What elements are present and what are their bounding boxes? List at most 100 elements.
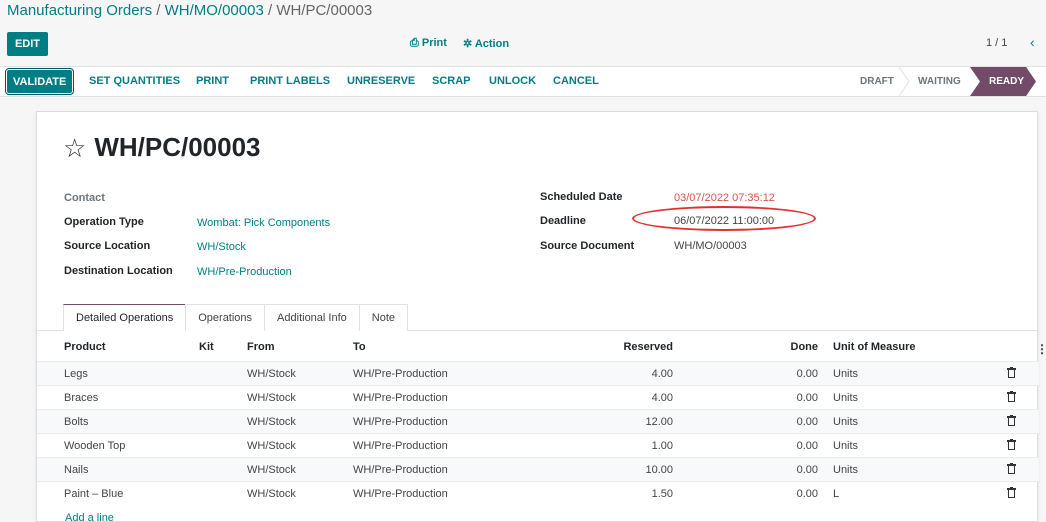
cell-done: 0.00 [796, 488, 818, 500]
cell-done: 0.00 [796, 392, 818, 404]
stage-ready[interactable]: READY [970, 67, 1036, 96]
notebook-tabs: Detailed Operations Operations Additiona… [63, 304, 409, 331]
pager-value[interactable]: 1 / 1 [986, 37, 1007, 49]
annotation-circle [632, 206, 816, 231]
unlock-button[interactable]: UNLOCK [489, 75, 536, 87]
table-row[interactable]: Nails WH/Stock WH/Pre-Production 10.00 0… [37, 457, 1039, 481]
scheduled-date-label: Scheduled Date [540, 191, 623, 203]
stage-waiting[interactable]: WAITING [918, 67, 961, 96]
cell-to: WH/Pre-Production [353, 368, 448, 380]
table-row[interactable]: Legs WH/Stock WH/Pre-Production 4.00 0.0… [37, 361, 1039, 385]
cell-from: WH/Stock [247, 488, 296, 500]
print-labels-button[interactable]: PRINT LABELS [250, 75, 330, 87]
cell-to: WH/Pre-Production [353, 392, 448, 404]
form-sheet: ☆ WH/PC/00003 Contact Operation Type Wom… [36, 111, 1046, 522]
gear-icon: ✲ [462, 38, 473, 50]
tab-detailed-operations[interactable]: Detailed Operations [63, 304, 187, 331]
print-action-button[interactable]: PRINT [196, 75, 229, 87]
cell-product: Nails [64, 464, 89, 476]
cell-uom: Units [833, 416, 859, 428]
cell-done: 0.00 [796, 368, 818, 380]
col-done[interactable]: Done [773, 341, 819, 353]
trash-icon[interactable] [1007, 367, 1016, 378]
operation-type-value[interactable]: Wombat: Pick Components [197, 217, 330, 229]
table-row[interactable]: Braces WH/Stock WH/Pre-Production 4.00 0… [37, 385, 1039, 409]
table-row[interactable]: Bolts WH/Stock WH/Pre-Production 12.00 0… [37, 409, 1039, 433]
trash-icon[interactable] [1007, 487, 1016, 498]
print-button[interactable]: ⎙ Print [410, 37, 447, 50]
cell-done: 0.00 [796, 416, 818, 428]
cell-to: WH/Pre-Production [353, 464, 448, 476]
operation-type-label: Operation Type [64, 216, 144, 228]
action-bar: ⎙ Print ✲ Action [410, 37, 509, 50]
table-row[interactable]: Wooden Top WH/Stock WH/Pre-Production 1.… [37, 433, 1039, 457]
col-to[interactable]: To [353, 341, 366, 353]
cell-product: Braces [64, 392, 99, 404]
cell-uom: Units [833, 368, 859, 380]
cell-product: Bolts [64, 416, 89, 428]
cell-uom: Units [833, 392, 859, 404]
column-options-icon[interactable]: ⋮ [1036, 342, 1046, 356]
col-product[interactable]: Product [64, 341, 106, 353]
source-location-label: Source Location [64, 240, 151, 252]
star-icon[interactable]: ☆ [63, 135, 86, 161]
cell-from: WH/Stock [247, 416, 296, 428]
unreserve-button[interactable]: UNRESERVE [347, 75, 415, 87]
cancel-button[interactable]: CANCEL [553, 75, 599, 87]
cell-done: 0.00 [796, 464, 818, 476]
record-title: WH/PC/00003 [94, 132, 261, 162]
cell-uom: Units [833, 440, 859, 452]
cell-reserved: 12.00 [645, 416, 673, 428]
stage-separator [898, 67, 910, 96]
printer-icon: ⎙ [410, 37, 419, 49]
action-button[interactable]: ✲ Action [463, 37, 509, 50]
cell-to: WH/Pre-Production [353, 488, 448, 500]
col-kit[interactable]: Kit [199, 341, 214, 353]
cell-from: WH/Stock [247, 440, 296, 452]
cell-product: Wooden Top [64, 440, 126, 452]
destination-location-label: Destination Location [64, 265, 173, 277]
chevron-left-icon[interactable]: ‹ [1030, 34, 1035, 50]
destination-location-value[interactable]: WH/Pre-Production [197, 266, 292, 278]
cell-reserved: 4.00 [651, 368, 673, 380]
add-line-link[interactable]: Add a line [65, 512, 114, 522]
tab-operations[interactable]: Operations [185, 304, 266, 331]
cell-from: WH/Stock [247, 368, 296, 380]
scheduled-date-value[interactable]: 03/07/2022 07:35:12 [674, 192, 775, 204]
cell-done: 0.00 [796, 440, 818, 452]
trash-icon[interactable] [1007, 463, 1016, 474]
cell-product: Legs [64, 368, 88, 380]
col-unit-of-measure[interactable]: Unit of Measure [833, 341, 916, 353]
cell-from: WH/Stock [247, 464, 296, 476]
trash-icon[interactable] [1007, 439, 1016, 450]
cell-product: Paint – Blue [64, 488, 124, 500]
table-row[interactable]: Paint – Blue WH/Stock WH/Pre-Production … [37, 481, 1039, 505]
action-label: Action [474, 38, 510, 50]
print-label: Print [421, 37, 447, 49]
source-location-value[interactable]: WH/Stock [197, 241, 246, 253]
title-row: ☆ WH/PC/00003 [63, 132, 261, 163]
breadcrumb-mo[interactable]: WH/MO/00003 [165, 2, 264, 19]
breadcrumb: Manufacturing Orders / WH/MO/00003 / WH/… [7, 2, 372, 19]
tab-additional-info[interactable]: Additional Info [264, 304, 360, 331]
cell-uom: L [833, 488, 840, 500]
breadcrumb-manufacturing-orders[interactable]: Manufacturing Orders [7, 2, 152, 19]
tab-note[interactable]: Note [358, 304, 409, 331]
scrap-button[interactable]: SCRAP [432, 75, 471, 87]
col-reserved[interactable]: Reserved [623, 341, 673, 353]
trash-icon[interactable] [1007, 391, 1016, 402]
validate-button[interactable]: VALIDATE [4, 68, 75, 95]
edit-button[interactable]: EDIT [7, 32, 48, 56]
breadcrumb-separator: / [152, 2, 165, 19]
source-document-value[interactable]: WH/MO/00003 [674, 240, 747, 252]
source-document-label: Source Document [540, 240, 635, 252]
trash-icon[interactable] [1007, 415, 1016, 426]
cell-to: WH/Pre-Production [353, 440, 448, 452]
col-from[interactable]: From [247, 341, 275, 353]
cell-reserved: 1.50 [651, 488, 673, 500]
breadcrumb-current: WH/PC/00003 [276, 2, 373, 19]
cell-to: WH/Pre-Production [353, 416, 448, 428]
contact-label: Contact [64, 192, 105, 204]
set-quantities-button[interactable]: SET QUANTITIES [89, 75, 180, 87]
stage-draft[interactable]: DRAFT [860, 67, 894, 96]
